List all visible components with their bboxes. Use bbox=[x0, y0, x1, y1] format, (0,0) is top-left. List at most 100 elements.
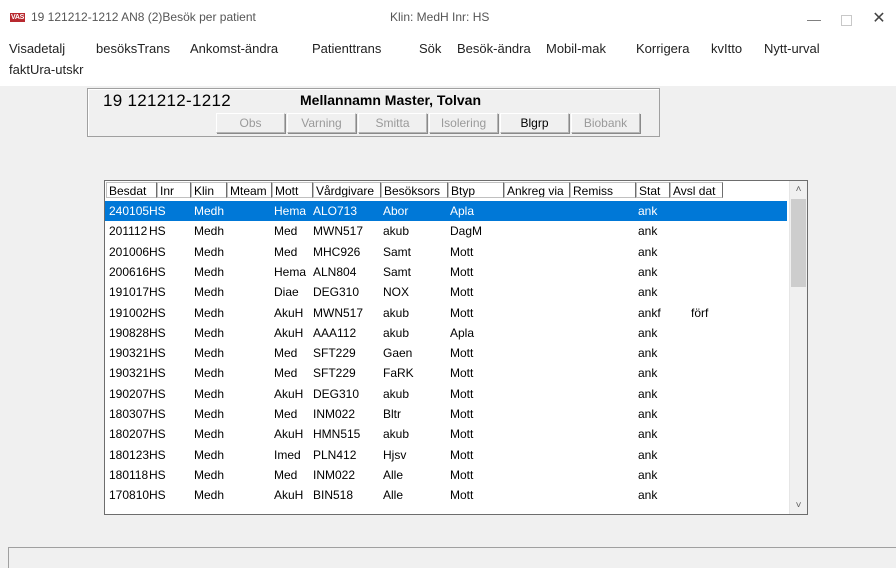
table-row[interactable]: 180207 HS Medh AkuH HMN515 akub Mott ank bbox=[105, 424, 787, 444]
cell-inr: HS bbox=[149, 264, 166, 279]
cell-mott: AkuH bbox=[274, 386, 304, 401]
col-header-remiss[interactable]: Remiss bbox=[570, 182, 636, 198]
cell-vardgivare: INM022 bbox=[313, 467, 356, 482]
cell-vardgivare: DEG310 bbox=[313, 285, 360, 300]
cell-besdat: 180118 bbox=[109, 467, 149, 482]
menu-mobil-mak[interactable]: Mobil-mak bbox=[546, 41, 606, 56]
menu-korrigera[interactable]: Korrigera bbox=[636, 41, 689, 56]
cell-klin: Medh bbox=[194, 467, 225, 482]
cell-klin: Medh bbox=[194, 427, 225, 442]
col-header-besoksors[interactable]: Besöksors bbox=[381, 182, 448, 198]
cell-besoksors: FaRK bbox=[383, 366, 414, 381]
cell-mott: Med bbox=[274, 224, 298, 239]
cell-klin: Medh bbox=[194, 407, 225, 421]
cell-klin: Medh bbox=[194, 488, 225, 503]
tag-isolering[interactable]: Isolering bbox=[429, 113, 498, 133]
cell-vardgivare: DEG310 bbox=[313, 386, 360, 401]
chevron-up-icon[interactable]: ˄ bbox=[790, 181, 807, 198]
menu-ankomst-andra[interactable]: Ankomst-ändra bbox=[190, 41, 278, 56]
col-header-mott[interactable]: Mott bbox=[272, 182, 313, 198]
cell-klin: Medh bbox=[194, 325, 225, 340]
cell-klin: Medh bbox=[194, 264, 225, 279]
col-header-mteam[interactable]: Mteam bbox=[227, 182, 272, 198]
tag-varning[interactable]: Varning bbox=[287, 113, 356, 133]
table-row[interactable]: 170810 HS Medh AkuH BIN518 Alle Mott ank bbox=[105, 485, 787, 505]
cell-mott: AkuH bbox=[274, 325, 304, 340]
cell-mott: AkuH bbox=[274, 305, 304, 320]
cell-klin: Medh bbox=[194, 346, 225, 361]
col-header-avsl-dat[interactable]: Avsl dat bbox=[670, 182, 723, 198]
menu-besok-andra[interactable]: Besök-ändra bbox=[457, 41, 531, 56]
maximize-button[interactable] bbox=[831, 6, 861, 32]
table-row[interactable]: 200616 HS Medh Hema ALN804 Samt Mott ank bbox=[105, 262, 787, 282]
cell-klin: Medh bbox=[194, 447, 225, 462]
cell-inr: HS bbox=[149, 325, 166, 340]
cell-mott: Med bbox=[274, 407, 298, 421]
visits-table[interactable]: Besdat Inr Klin Mteam Mott Vårdgivare Be… bbox=[104, 180, 808, 515]
cell-vardgivare: AAA112 bbox=[313, 325, 357, 340]
menu-patienttrans[interactable]: Patienttrans bbox=[312, 41, 381, 56]
col-header-inr[interactable]: Inr bbox=[157, 182, 191, 198]
tag-smitta[interactable]: Smitta bbox=[358, 113, 427, 133]
cell-stat: ank bbox=[638, 427, 658, 442]
cell-inr: HS bbox=[149, 244, 166, 259]
tag-biobank[interactable]: Biobank bbox=[571, 113, 640, 133]
cell-inr: HS bbox=[149, 224, 166, 239]
table-row[interactable]: 190321 HS Medh Med SFT229 Gaen Mott ank bbox=[105, 343, 787, 363]
menu-kvitto[interactable]: kvItto bbox=[711, 41, 742, 56]
chevron-down-icon[interactable]: ˅ bbox=[790, 497, 807, 514]
cell-besdat: 180207 bbox=[109, 427, 150, 442]
cell-besdat: 191017 bbox=[109, 285, 150, 300]
tag-blgrp[interactable]: Blgrp bbox=[500, 113, 569, 133]
cell-besoksors: akub bbox=[383, 386, 410, 401]
table-row[interactable]: 190321 HS Medh Med SFT229 FaRK Mott ank bbox=[105, 363, 787, 383]
cell-stat: ank bbox=[638, 224, 658, 239]
cell-vardgivare: MWN517 bbox=[313, 305, 364, 320]
col-header-btyp[interactable]: Btyp bbox=[448, 182, 504, 198]
minimize-button[interactable]: — bbox=[799, 6, 829, 32]
menu-visadetalj[interactable]: Visadetalj bbox=[9, 41, 65, 56]
window-klin-info: Klin: MedH Inr: HS bbox=[390, 10, 490, 24]
table-row[interactable]: 191017 HS Medh Diae DEG310 NOX Mott ank bbox=[105, 282, 787, 302]
col-header-ankreg-via[interactable]: Ankreg via bbox=[504, 182, 570, 198]
cell-mott: Imed bbox=[274, 447, 301, 462]
cell-besdat: 190321 bbox=[109, 366, 150, 381]
menu-nytt-urval[interactable]: Nytt-urval bbox=[764, 41, 820, 56]
cell-besdat: 201006 bbox=[109, 244, 150, 259]
cell-vardgivare: SFT229 bbox=[313, 366, 356, 381]
window-title: 19 121212-1212 AN8 (2)Besök per patient bbox=[31, 10, 256, 24]
patient-name: Mellannamn Master, Tolvan bbox=[300, 92, 482, 108]
col-header-vardgivare[interactable]: Vårdgivare bbox=[313, 182, 381, 198]
table-row[interactable]: 190828 HS Medh AkuH AAA112 akub Apla ank bbox=[105, 323, 787, 343]
cell-besdat: 240105 bbox=[109, 204, 150, 218]
table-row[interactable]: 201006 HS Medh Med MHC926 Samt Mott ank bbox=[105, 242, 787, 262]
menu-faktura-utskr[interactable]: faktUra-utskr bbox=[9, 62, 83, 77]
col-header-klin[interactable]: Klin bbox=[191, 182, 227, 198]
menu-sok[interactable]: Sök bbox=[419, 41, 441, 56]
cell-besoksors: akub bbox=[383, 224, 410, 239]
table-row[interactable]: 180118 HS Medh Med INM022 Alle Mott ank bbox=[105, 465, 787, 485]
table-row[interactable]: 190207 HS Medh AkuH DEG310 akub Mott ank bbox=[105, 384, 787, 404]
table-row[interactable]: 180123 HS Medh Imed PLN412 Hjsv Mott ank bbox=[105, 445, 787, 465]
cell-btyp: Mott bbox=[450, 366, 474, 381]
menu-besokstrans[interactable]: besöksTrans bbox=[96, 41, 170, 56]
col-header-stat[interactable]: Stat bbox=[636, 182, 670, 198]
cell-besdat: 190321 bbox=[109, 346, 150, 361]
cell-vardgivare: BIN518 bbox=[313, 488, 354, 503]
vertical-scrollbar[interactable]: ˄ ˅ bbox=[789, 181, 807, 514]
table-row[interactable]: 240105 HS Medh Hema ALO713 Abor Apla ank bbox=[105, 201, 787, 222]
cell-mott: AkuH bbox=[274, 488, 304, 503]
scrollbar-thumb[interactable] bbox=[791, 199, 806, 287]
cell-besoksors: akub bbox=[383, 305, 410, 320]
tag-obs[interactable]: Obs bbox=[216, 113, 285, 133]
table-row[interactable]: 180307 HS Medh Med INM022 Bltr Mott ank bbox=[105, 404, 787, 424]
table-row[interactable]: 191002 HS Medh AkuH MWN517 akub Mott ankf förf bbox=[105, 303, 787, 323]
cell-vardgivare: MHC926 bbox=[313, 244, 361, 259]
cell-besoksors: Bltr bbox=[383, 407, 401, 421]
close-button[interactable]: ✕ bbox=[864, 6, 894, 32]
cell-besdat: 170810 bbox=[109, 488, 150, 503]
table-row[interactable]: 201112 HS Medh Med MWN517 akub DagM ank bbox=[105, 221, 787, 241]
col-header-besdat[interactable]: Besdat bbox=[106, 182, 157, 198]
cell-mott: Med bbox=[274, 366, 298, 381]
table-header: Besdat Inr Klin Mteam Mott Vårdgivare Be… bbox=[105, 181, 789, 200]
